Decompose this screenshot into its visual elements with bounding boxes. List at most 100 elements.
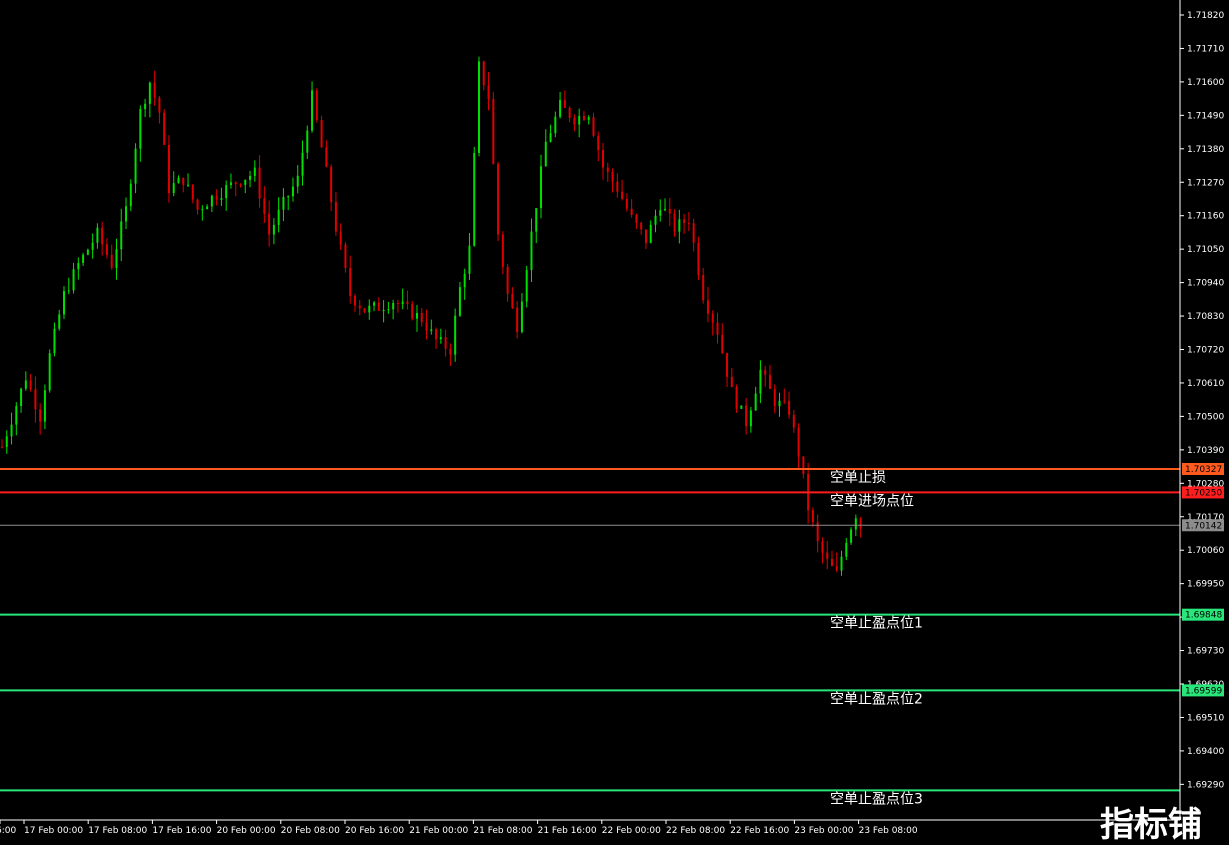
candle-body <box>125 206 128 222</box>
candle-body <box>544 141 547 167</box>
candle-body <box>5 436 8 447</box>
candle-body <box>415 312 418 319</box>
candle-body <box>759 369 762 394</box>
candle-body <box>549 133 552 142</box>
candle-body <box>597 135 600 150</box>
candle-body <box>353 295 356 306</box>
level-label: 空单止盈点位2 <box>830 691 923 707</box>
candle-body <box>110 254 113 268</box>
candle-body <box>606 167 609 172</box>
candle-body <box>530 231 533 270</box>
candle-body <box>511 293 514 308</box>
candle-body <box>811 510 814 523</box>
candle-body <box>706 300 709 314</box>
candle-body <box>835 565 838 571</box>
price-tag-label: 1.70250 <box>1185 488 1222 498</box>
x-tick-label: 20 Feb 16:00 <box>345 826 404 836</box>
candle-body <box>296 175 299 187</box>
candle-body <box>845 542 848 557</box>
candle-body <box>673 213 676 232</box>
candle-body <box>101 227 104 245</box>
candle-body <box>358 305 361 309</box>
candle-body <box>535 208 538 232</box>
y-tick-label: 1.70500 <box>1187 412 1224 422</box>
x-tick-label: 20 Feb 00:00 <box>217 826 276 836</box>
candle-body <box>587 117 590 120</box>
level-label: 空单止盈点位3 <box>830 791 923 807</box>
y-tick-label: 1.71270 <box>1187 178 1224 188</box>
price-tag-label: 1.69848 <box>1185 611 1222 621</box>
x-tick-label: 17 Feb 16:00 <box>152 826 211 836</box>
candle-body <box>82 254 85 263</box>
candle-body <box>573 117 576 125</box>
candle-body <box>768 374 771 389</box>
candle-body <box>134 148 137 184</box>
candle-body <box>458 287 461 316</box>
x-tick-label: 21 Feb 00:00 <box>409 826 468 836</box>
y-tick-label: 1.71820 <box>1187 11 1224 21</box>
candle-body <box>301 152 304 176</box>
chart-background <box>0 0 1229 845</box>
price-chart: 空单止损空单进场点位空单止盈点位1 空单止盈点位2 空单止盈点位3 1.71820 1… <box>0 0 1229 845</box>
candle-body <box>334 202 337 232</box>
candle-body <box>287 196 290 198</box>
candle-body <box>382 310 385 312</box>
y-tick-label: 1.71380 <box>1187 145 1224 155</box>
candle-body <box>482 61 485 86</box>
candle-body <box>282 196 285 210</box>
candle-body <box>697 242 700 276</box>
candle-body <box>487 85 490 100</box>
candle-body <box>153 82 156 98</box>
candle-body <box>39 409 42 422</box>
x-tick-label: 21 Feb 16:00 <box>538 826 597 836</box>
candle-body <box>664 208 667 211</box>
candle-body <box>821 541 824 553</box>
candle-body <box>24 380 27 389</box>
candle-body <box>167 144 170 194</box>
x-tick-label: 20 Feb 08:00 <box>281 826 340 836</box>
candle-body <box>325 147 328 167</box>
candle-body <box>630 208 633 215</box>
candle-body <box>840 556 843 571</box>
candle-body <box>34 389 37 410</box>
candle-body <box>687 222 690 224</box>
candle-body <box>501 234 504 267</box>
candle-body <box>788 400 791 415</box>
candle-body <box>649 224 652 243</box>
candle-body <box>377 302 380 311</box>
candle-body <box>797 427 800 457</box>
x-tick-label: 22 Feb 00:00 <box>602 826 661 836</box>
candle-body <box>311 90 314 131</box>
candle-body <box>492 99 495 164</box>
candle-body <box>735 387 738 409</box>
candle-body <box>201 209 204 211</box>
candle-body <box>802 456 805 475</box>
candle-body <box>330 166 333 203</box>
candle-body <box>349 267 352 296</box>
candle-body <box>315 90 318 121</box>
candle-body <box>411 303 414 319</box>
candle-body <box>520 301 523 333</box>
x-tick-label: 21 Feb 08:00 <box>473 826 532 836</box>
candle-body <box>506 266 509 294</box>
candle-body <box>196 199 199 210</box>
candle-body <box>745 405 748 427</box>
candle-body <box>625 199 628 209</box>
price-tag-label: 1.69599 <box>1185 686 1222 696</box>
candle-body <box>220 198 223 200</box>
watermark-logo: 指标铺 <box>1100 805 1202 845</box>
x-tick-label: 6:00 <box>0 826 16 836</box>
candle-body <box>640 222 643 230</box>
candle-body <box>86 249 89 255</box>
candle-body <box>234 182 237 185</box>
candle-body <box>320 120 323 148</box>
candle-body <box>692 223 695 243</box>
y-tick-label: 1.70830 <box>1187 312 1224 322</box>
price-tag-label: 1.70142 <box>1185 521 1222 531</box>
y-tick-label: 1.69510 <box>1187 713 1224 723</box>
candle-body <box>139 109 142 149</box>
candle-body <box>563 100 566 108</box>
price-tag-label: 1.70327 <box>1185 465 1222 475</box>
candle-body <box>67 290 70 292</box>
candle-body <box>272 224 275 235</box>
